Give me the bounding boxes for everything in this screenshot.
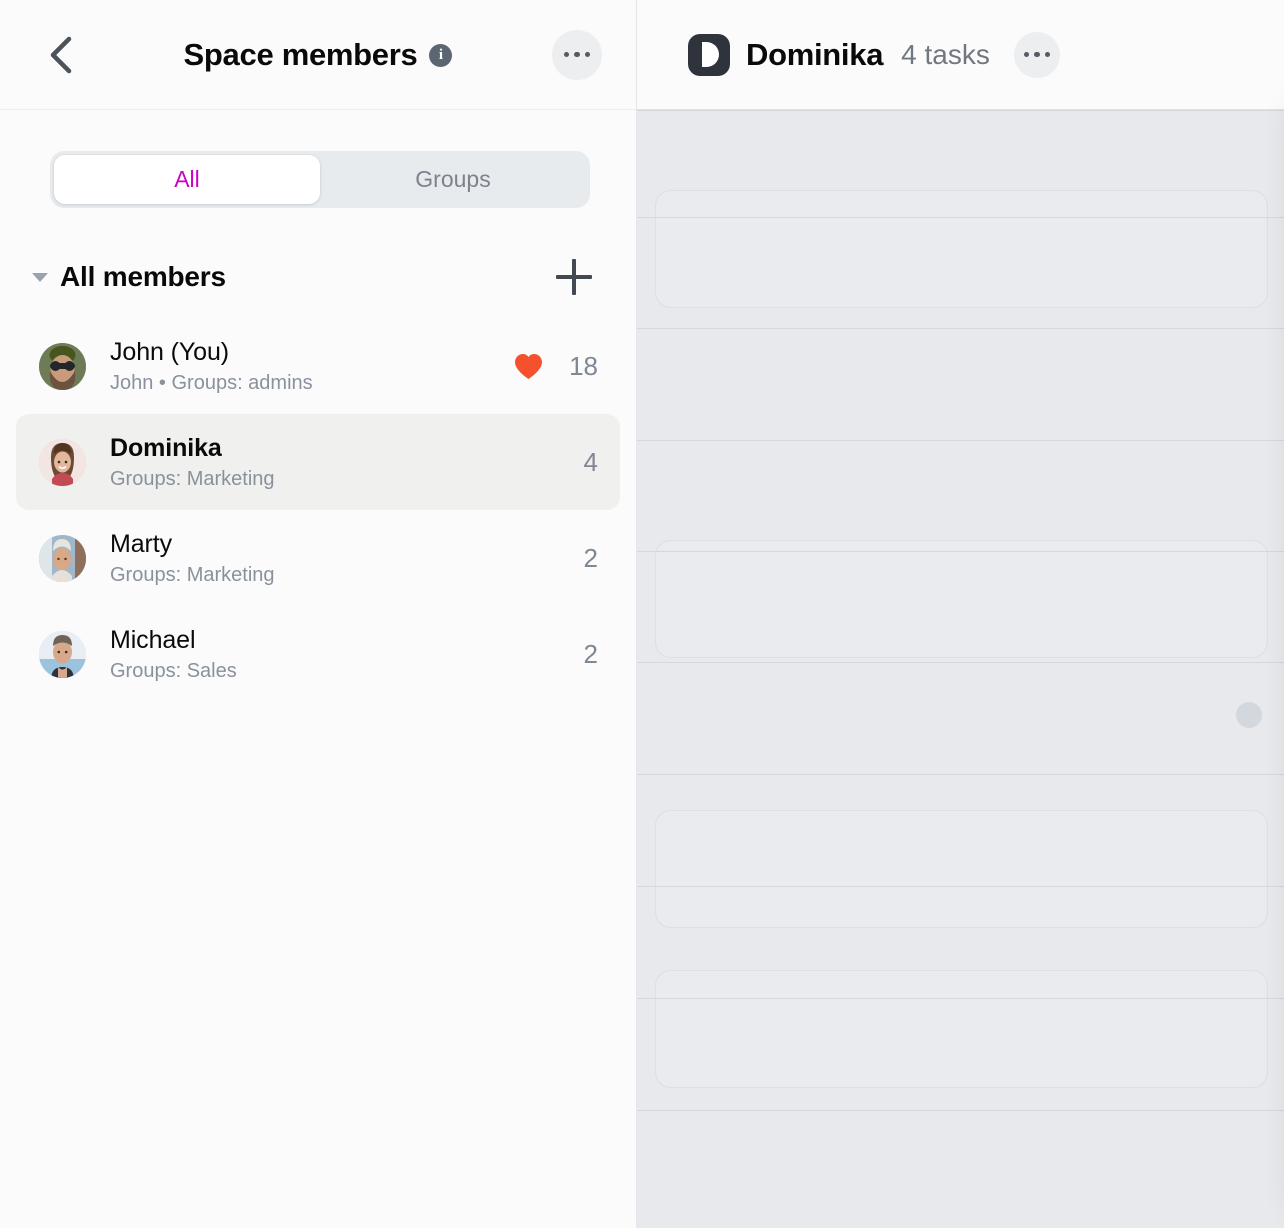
space-members-panel: Space members i All Groups All members J… <box>0 0 637 1228</box>
ellipsis-dot <box>563 51 570 58</box>
info-icon[interactable]: i <box>429 44 453 67</box>
ellipsis-dot <box>1044 51 1051 58</box>
member-info: Dominika Groups: Marketing <box>110 434 275 491</box>
member-task-count: 2 <box>583 638 598 669</box>
tab-groups[interactable]: Groups <box>320 155 586 204</box>
avatar <box>39 630 86 678</box>
member-meta: 2 <box>570 639 598 670</box>
member-list: John (You) John • Groups: admins 18 Domi… <box>0 318 636 702</box>
task-divider <box>637 440 1284 441</box>
task-divider <box>637 662 1284 663</box>
task-divider <box>637 110 1284 111</box>
member-subtitle: Groups: Marketing <box>110 467 275 490</box>
ellipsis-dot <box>574 51 580 58</box>
ellipsis-dot <box>1023 51 1030 58</box>
avatar-marty-image <box>39 534 86 582</box>
add-member-button[interactable] <box>552 255 596 299</box>
background-task-card <box>655 190 1268 308</box>
avatar <box>39 342 86 390</box>
member-subtitle: Groups: Sales <box>110 659 237 682</box>
task-divider <box>637 886 1284 887</box>
member-row-michael[interactable]: Michael Groups: Sales 2 <box>16 606 620 702</box>
task-count-label: 4 tasks <box>901 38 990 70</box>
task-divider <box>637 1110 1284 1111</box>
member-name: Marty <box>110 529 173 558</box>
page-title: Space members <box>183 36 418 72</box>
page-title-group: Space members i <box>0 37 636 73</box>
avatar-dominika-image <box>39 438 86 486</box>
left-panel-header: Space members i <box>0 0 636 110</box>
segmented-control: All Groups <box>50 151 590 208</box>
task-divider <box>637 998 1284 999</box>
ellipsis-dot <box>1034 51 1040 58</box>
task-list-icon <box>688 33 730 76</box>
app-root: Space members i All Groups All members J… <box>0 0 1284 1228</box>
ellipsis-dot <box>584 51 591 58</box>
member-info: Marty Groups: Marketing <box>110 530 275 587</box>
member-name: John (You) <box>110 337 229 366</box>
member-row-john[interactable]: John (You) John • Groups: admins 18 <box>16 318 620 414</box>
members-tabs-container: All Groups <box>0 110 636 208</box>
section-title: All members <box>60 261 226 292</box>
member-meta: 18 <box>514 351 598 382</box>
member-meta: 2 <box>570 543 598 574</box>
task-list-more-options-button[interactable] <box>1013 31 1060 78</box>
avatar-michael-image <box>39 630 86 678</box>
member-subtitle: Groups: Marketing <box>110 563 275 586</box>
background-task-list <box>637 110 1284 1228</box>
caret-down-icon[interactable] <box>32 272 48 282</box>
task-list-title: Dominika <box>746 36 884 72</box>
task-divider <box>637 217 1284 218</box>
task-list-icon-half <box>701 42 719 67</box>
all-members-section-header: All members <box>0 254 636 300</box>
member-subtitle: John • Groups: admins <box>110 371 313 394</box>
task-divider <box>637 774 1284 775</box>
background-task-card <box>655 970 1268 1088</box>
task-list-panel: Dominika 4 tasks <box>637 0 1284 1228</box>
task-divider <box>637 551 1284 552</box>
member-info: John (You) John • Groups: admins <box>110 338 313 395</box>
task-divider <box>637 328 1284 329</box>
member-row-marty[interactable]: Marty Groups: Marketing 2 <box>16 510 620 606</box>
member-task-count: 4 <box>583 446 598 477</box>
back-button[interactable] <box>44 34 78 76</box>
tab-all[interactable]: All <box>54 155 320 204</box>
background-task-card <box>655 540 1268 658</box>
member-task-count: 2 <box>583 542 598 573</box>
avatar <box>39 534 86 582</box>
avatar-john-image <box>39 342 86 390</box>
member-name: Michael <box>110 625 196 654</box>
heart-icon[interactable] <box>514 353 543 380</box>
member-name: Dominika <box>110 433 222 462</box>
chevron-left-icon <box>50 36 72 73</box>
avatar <box>39 438 86 486</box>
right-panel-header: Dominika 4 tasks <box>637 0 1284 110</box>
task-status-dot <box>1236 702 1262 728</box>
left-more-options-button[interactable] <box>552 29 602 80</box>
member-task-count: 18 <box>569 350 598 381</box>
background-task-card <box>655 810 1268 928</box>
member-row-dominika[interactable]: Dominika Groups: Marketing 4 <box>16 414 620 510</box>
member-meta: 4 <box>570 447 598 478</box>
member-info: Michael Groups: Sales <box>110 626 237 683</box>
